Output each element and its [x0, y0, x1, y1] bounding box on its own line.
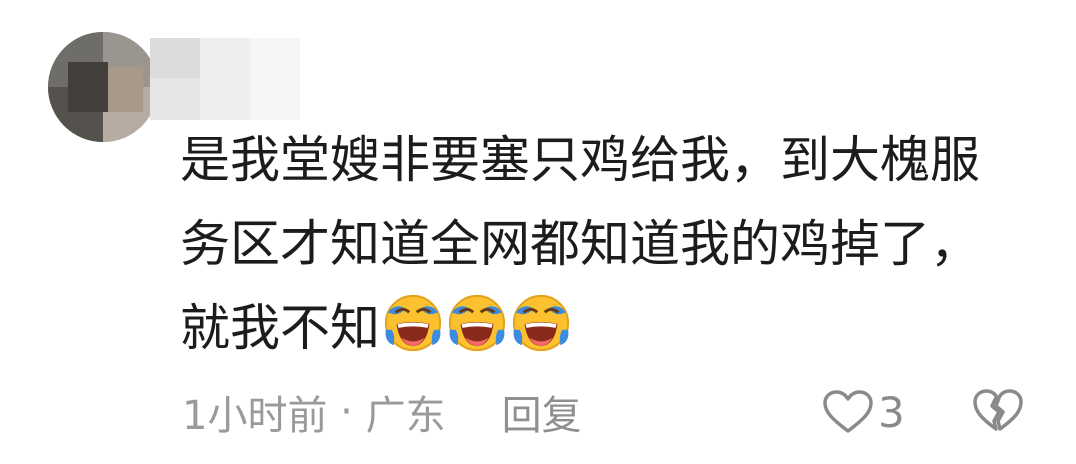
- avatar[interactable]: [48, 32, 158, 142]
- broken-heart-icon[interactable]: [972, 388, 1024, 434]
- comment-text: 是我堂嫂非要塞只鸡给我，到大槐服 务区才知道全网都知道我的鸡掉了， 就我不知: [180, 118, 1030, 370]
- comment-card: 是我堂嫂非要塞只鸡给我，到大槐服 务区才知道全网都知道我的鸡掉了， 就我不知 1…: [0, 0, 1076, 464]
- like-button[interactable]: 3: [822, 384, 905, 440]
- location: 广东: [365, 393, 446, 439]
- comment-meta: 1小时前 · 广东 回复: [182, 382, 582, 442]
- comment-line-3: 就我不知: [180, 299, 380, 357]
- crying-laughing-emoji: [446, 291, 508, 353]
- timestamp: 1小时前: [182, 393, 328, 439]
- meta-separator: ·: [327, 389, 366, 435]
- comment-line-2: 务区才知道全网都知道我的鸡掉了，: [180, 215, 980, 273]
- dislike-button[interactable]: [972, 388, 1024, 434]
- comment-line-1: 是我堂嫂非要塞只鸡给我，到大槐服: [180, 131, 980, 189]
- crying-laughing-emoji: [382, 291, 444, 353]
- crying-laughing-emoji: [510, 291, 572, 353]
- like-count: 3: [878, 387, 905, 437]
- reply-button[interactable]: 回复: [502, 383, 582, 441]
- heart-outline-icon[interactable]: [822, 389, 874, 435]
- username-blurred[interactable]: [150, 38, 300, 120]
